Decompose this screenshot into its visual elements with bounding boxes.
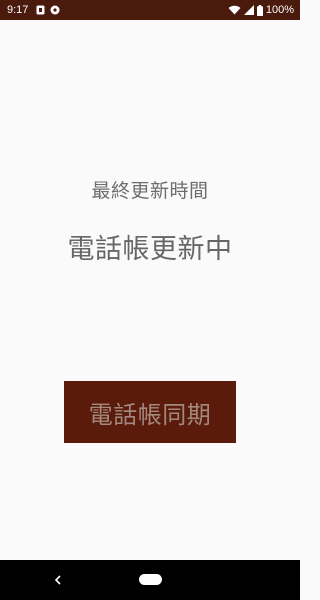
home-icon[interactable] — [139, 574, 162, 585]
status-right-group: 100% — [225, 0, 294, 20]
status-bar: 9:17 100% — [0, 0, 300, 20]
update-status-text: 電話帳更新中 — [67, 234, 233, 265]
sim-icon — [35, 5, 45, 15]
battery-icon — [256, 4, 263, 16]
sync-contacts-button[interactable]: 電話帳同期 — [64, 381, 236, 443]
status-time: 9:17 — [7, 4, 29, 16]
battery-percentage: 100% — [265, 4, 294, 16]
navigation-bar — [0, 560, 300, 600]
last-update-label: 最終更新時間 — [91, 180, 209, 202]
settings-icon — [50, 5, 60, 15]
wifi-icon — [228, 5, 241, 15]
signal-icon — [243, 5, 254, 15]
back-icon[interactable] — [50, 570, 66, 590]
main-content: 最終更新時間 電話帳更新中 電話帳同期 — [0, 20, 300, 560]
